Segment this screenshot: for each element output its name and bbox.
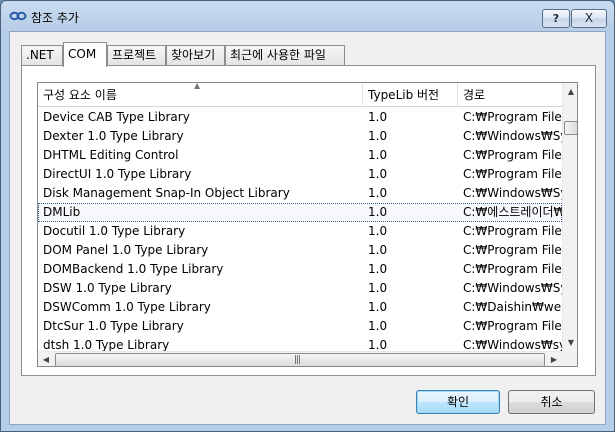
table-row[interactable]: DirectUI 1.0 Type Library 1.0 C:₩Program F… xyxy=(38,165,562,184)
close-button[interactable]: X xyxy=(571,9,607,28)
cell-typelib-version: 1.0 xyxy=(368,262,388,276)
cell-component-name: Dexter 1.0 Type Library xyxy=(43,129,184,143)
horizontal-scrollbar[interactable]: ◀ ||| ▶ xyxy=(38,351,562,366)
cell-component-name: Device CAB Type Library xyxy=(43,110,190,124)
cell-path: C:₩Program Files ( xyxy=(463,243,562,257)
table-row[interactable]: Docutil 1.0 Type Library 1.0 C:₩Program Fi… xyxy=(38,222,562,241)
table-row[interactable]: Device CAB Type Library 1.0 C:₩Program Fil… xyxy=(38,108,562,127)
scroll-down-icon[interactable]: ▼ xyxy=(563,334,577,351)
cell-component-name: Docutil 1.0 Type Library xyxy=(43,224,186,238)
cell-path: C:₩Program Files ( xyxy=(463,319,562,333)
cell-typelib-version: 1.0 xyxy=(368,167,388,181)
tab-com[interactable]: COM xyxy=(63,42,107,67)
table-row[interactable]: DOM Panel 1.0 Type Library 1.0 C:₩Program … xyxy=(38,241,562,260)
cell-path: C:₩Windows₩SysV xyxy=(463,281,562,295)
add-reference-dialog: 참조 추가 ? X .NET COM 프로젝트 찾아보기 최근에 사용한 파일 … xyxy=(0,0,615,432)
scroll-corner xyxy=(562,351,577,366)
table-row[interactable]: DSW 1.0 Type Library 1.0 C:₩Windows₩SysV xyxy=(38,279,562,298)
cell-component-name: DOM Panel 1.0 Type Library xyxy=(43,243,209,257)
cell-component-name: DSWComm 1.0 Type Library xyxy=(43,300,211,314)
table-row[interactable]: DtcSur 1.0 Type Library 1.0 C:₩Program Fil… xyxy=(38,317,562,336)
scroll-up-icon[interactable]: ▲ xyxy=(563,83,577,100)
cell-path: C:₩Daishin₩web₩ xyxy=(463,300,562,314)
column-header-path[interactable]: 경로 xyxy=(458,83,562,107)
cell-component-name: DirectUI 1.0 Type Library xyxy=(43,167,192,181)
title-bar[interactable]: 참조 추가 ? X xyxy=(1,1,614,31)
ok-button[interactable]: 확인 xyxy=(416,390,500,414)
scroll-grip-icon: ||| xyxy=(294,355,301,365)
column-header-name[interactable]: ▲ 구성 요소 이름 xyxy=(38,83,363,107)
table-row[interactable]: DMLib 1.0 C:₩에스트레이더₩ xyxy=(38,203,562,222)
reference-icon xyxy=(9,11,27,21)
cell-component-name: Disk Management Snap-In Object Library xyxy=(43,186,290,200)
cell-typelib-version: 1.0 xyxy=(368,281,388,295)
tab-browse[interactable]: 찾아보기 xyxy=(166,45,225,66)
cell-typelib-version: 1.0 xyxy=(368,243,388,257)
cell-component-name: DMLib xyxy=(43,205,81,219)
cell-typelib-version: 1.0 xyxy=(368,319,388,333)
scroll-left-icon[interactable]: ◀ xyxy=(38,351,54,366)
table-row[interactable]: DHTML Editing Control 1.0 C:₩Program Files… xyxy=(38,146,562,165)
window-title: 참조 추가 xyxy=(31,11,79,25)
cell-typelib-version: 1.0 xyxy=(368,110,388,124)
cell-typelib-version: 1.0 xyxy=(368,148,388,162)
help-button[interactable]: ? xyxy=(542,9,570,28)
vertical-scroll-thumb[interactable] xyxy=(564,121,577,135)
dialog-body: .NET COM 프로젝트 찾아보기 최근에 사용한 파일 ▲ 구성 요소 이름… xyxy=(9,31,606,425)
cell-component-name: DSW 1.0 Type Library xyxy=(43,281,172,295)
cell-path: C:₩Program Files ( xyxy=(463,110,562,124)
cell-typelib-version: 1.0 xyxy=(368,224,388,238)
table-row[interactable]: DOMBackend 1.0 Type Library 1.0 C:₩Program… xyxy=(38,260,562,279)
sort-ascending-icon: ▲ xyxy=(194,83,201,90)
table-row[interactable]: Disk Management Snap-In Object Library 1.… xyxy=(38,184,562,203)
cell-path: C:₩Program Files ( xyxy=(463,224,562,238)
cell-typelib-version: 1.0 xyxy=(368,129,388,143)
cell-path: C:₩Program Files ( xyxy=(463,167,562,181)
cell-component-name: DOMBackend 1.0 Type Library xyxy=(43,262,224,276)
tab-dotnet[interactable]: .NET xyxy=(21,45,63,66)
tab-recent[interactable]: 최근에 사용한 파일 xyxy=(225,45,345,66)
cell-path: C:₩Program Files ( xyxy=(463,262,562,276)
cell-path: C:₩Windows₩Syst xyxy=(463,186,562,200)
cell-typelib-version: 1.0 xyxy=(368,186,388,200)
cancel-button[interactable]: 취소 xyxy=(508,390,595,414)
cell-path: C:₩에스트레이더₩ xyxy=(463,205,562,219)
scroll-right-icon[interactable]: ▶ xyxy=(546,351,562,366)
vertical-scrollbar[interactable]: ▲ ▼ xyxy=(562,83,577,351)
cell-typelib-version: 1.0 xyxy=(368,205,388,219)
horizontal-scroll-thumb[interactable]: ||| xyxy=(55,353,545,366)
list-header: ▲ 구성 요소 이름 TypeLib 버전 경로 xyxy=(38,83,562,107)
cell-path: C:₩Windows₩Syst xyxy=(463,129,562,143)
table-row[interactable]: Dexter 1.0 Type Library 1.0 C:₩Windows₩Sys… xyxy=(38,127,562,146)
com-tab-panel: ▲ 구성 요소 이름 TypeLib 버전 경로 Device CAB Type… xyxy=(21,65,596,376)
cell-path: C:₩Program Files ( xyxy=(463,148,562,162)
component-list[interactable]: ▲ 구성 요소 이름 TypeLib 버전 경로 Device CAB Type… xyxy=(37,82,578,367)
tab-project[interactable]: 프로젝트 xyxy=(107,45,166,66)
cell-component-name: DHTML Editing Control xyxy=(43,148,179,162)
table-row[interactable]: DSWComm 1.0 Type Library 1.0 C:₩Daishin₩we… xyxy=(38,298,562,317)
cell-component-name: DtcSur 1.0 Type Library xyxy=(43,319,184,333)
column-header-version[interactable]: TypeLib 버전 xyxy=(363,83,458,107)
cell-typelib-version: 1.0 xyxy=(368,300,388,314)
